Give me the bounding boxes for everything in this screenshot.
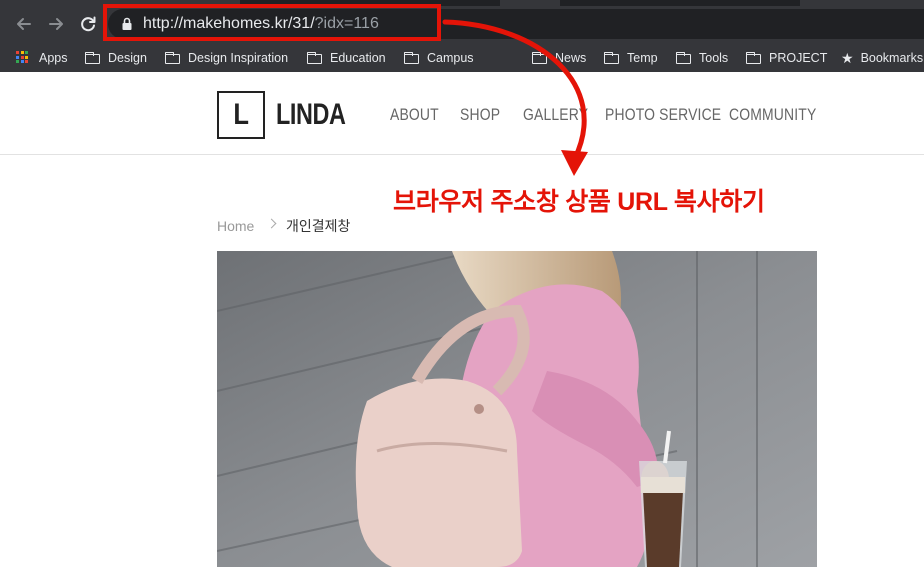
folder-icon xyxy=(676,51,692,65)
bookmark-label: Tools xyxy=(699,51,729,65)
folder-icon xyxy=(307,51,323,65)
menu-gallery[interactable]: GALLERY xyxy=(523,105,588,125)
arrow-right-icon xyxy=(49,18,63,30)
bookmarks-bar: Apps Design Design Inspiration Education… xyxy=(0,44,924,72)
bookmark-news[interactable]: News xyxy=(532,49,586,67)
bookmark-design[interactable]: Design xyxy=(85,49,147,67)
folder-icon xyxy=(85,51,101,65)
forward-button[interactable] xyxy=(45,13,67,35)
bookmark-label: Campus xyxy=(427,51,474,65)
folder-icon xyxy=(746,51,762,65)
header-divider xyxy=(0,154,924,155)
bookmark-education[interactable]: Education xyxy=(307,49,386,67)
back-button[interactable] xyxy=(13,13,35,35)
menu-shop[interactable]: SHOP xyxy=(460,105,500,125)
folder-icon xyxy=(165,51,181,65)
bookmark-tools[interactable]: Tools xyxy=(676,49,728,67)
bookmark-label: News xyxy=(555,51,587,65)
browser-toolbar: http://makehomes.kr/31/?idx=116 xyxy=(0,0,924,46)
url-highlight-box xyxy=(103,4,441,41)
bookmark-label: PROJECT xyxy=(769,51,828,65)
folder-icon xyxy=(532,51,548,65)
product-photo xyxy=(217,251,817,567)
star-icon: ★ xyxy=(841,49,854,66)
reload-button[interactable] xyxy=(77,13,99,35)
bookmark-bookmarks[interactable]: ★ Bookmarks xyxy=(841,49,923,67)
bookmark-apps[interactable]: Apps xyxy=(16,49,68,67)
folder-icon xyxy=(604,51,620,65)
site-logo[interactable]: L xyxy=(217,91,265,139)
bookmark-label: Design xyxy=(108,51,147,65)
logo-letter: L xyxy=(233,98,249,131)
bookmark-label: Apps xyxy=(39,51,68,65)
bookmark-label: Education xyxy=(330,51,386,65)
bookmark-campus[interactable]: Campus xyxy=(404,49,474,67)
site-logo-text[interactable]: LINDA xyxy=(276,98,346,132)
bookmark-label: Temp xyxy=(627,51,658,65)
bookmark-label: Design Inspiration xyxy=(188,51,289,65)
breadcrumb-home[interactable]: Home xyxy=(217,217,254,235)
arrow-left-icon xyxy=(17,18,31,30)
bookmark-label: Bookmarks xyxy=(860,51,924,65)
apps-grid-icon xyxy=(16,51,32,65)
annotation-text: 브라우저 주소창 상품 URL 복사하기 xyxy=(393,188,765,216)
photo-woman-backpack-image xyxy=(217,251,817,567)
menu-photo-service[interactable]: PHOTO SERVICE xyxy=(605,105,721,125)
menu-about[interactable]: ABOUT xyxy=(390,105,439,125)
chevron-right-icon xyxy=(266,218,277,229)
breadcrumb-current: 개인결제창 xyxy=(286,218,351,234)
bookmark-temp[interactable]: Temp xyxy=(604,49,658,67)
web-page: L LINDA ABOUT SHOP GALLERY PHOTO SERVICE… xyxy=(0,72,924,567)
folder-icon xyxy=(404,51,420,65)
bookmark-design-inspiration[interactable]: Design Inspiration xyxy=(165,49,288,67)
reload-icon xyxy=(81,16,96,32)
menu-community[interactable]: COMMUNITY xyxy=(729,105,816,125)
bookmark-project[interactable]: PROJECT xyxy=(746,49,827,67)
